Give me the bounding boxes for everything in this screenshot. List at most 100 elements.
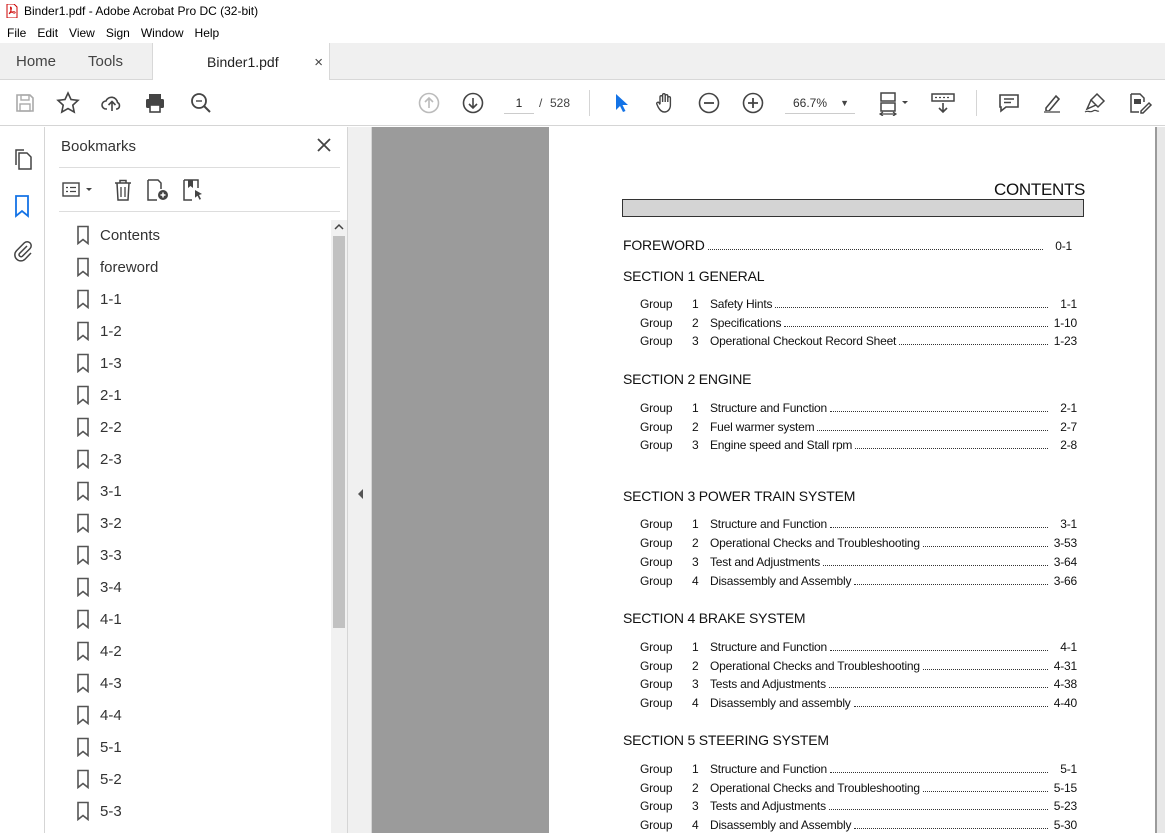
toc-group-row[interactable]: Group 1 Structure and Function 5-1 [640,762,1077,776]
bookmark-item[interactable]: 4-4 [76,704,122,726]
toc-group-row[interactable]: Group 3 Engine speed and Stall rpm 2-8 [640,438,1077,452]
toolbar-divider [589,90,590,116]
toc-foreword-row[interactable]: FOREWORD 0-1 [623,237,1072,253]
select-tool-button[interactable] [608,90,634,116]
bookmark-item[interactable]: 5-1 [76,736,122,758]
tab-tools[interactable]: Tools [88,43,123,80]
minus-circle-icon [698,92,720,114]
zoom-in-button[interactable] [740,90,766,116]
options-menu-button[interactable] [61,179,97,206]
bookmark-item[interactable]: 2-1 [76,384,122,406]
close-panel-button[interactable] [316,137,332,158]
zoom-out-button[interactable] [696,90,722,116]
bookmark-item[interactable]: 4-3 [76,672,122,694]
bookmark-item[interactable]: foreword [76,256,158,278]
zoom-level-select[interactable]: 66.7% ▼ [785,92,855,114]
toc-group-row[interactable]: Group 4 Disassembly and Assembly 5-30 [640,818,1077,832]
menu-sign[interactable]: Sign [102,26,134,40]
toc-group-row[interactable]: Group 1 Structure and Function 4-1 [640,640,1077,654]
menu-window[interactable]: Window [137,26,188,40]
tab-document[interactable]: Binder1.pdf × [152,43,330,81]
hand-tool-button[interactable] [652,90,678,116]
page-number-input[interactable]: 1 [504,92,534,114]
toc-group-row[interactable]: Group 3 Test and Adjustments 3-64 [640,555,1077,569]
menu-edit[interactable]: Edit [33,26,62,40]
arrow-up-circle-icon [418,92,440,114]
scroll-mode-button[interactable] [930,90,956,116]
page-display-button[interactable] [876,90,912,116]
toc-group-row[interactable]: Group 4 Disassembly and Assembly 3-66 [640,574,1077,588]
toc-group-word: Group [640,762,673,776]
bookmark-item[interactable]: 2-3 [76,448,122,470]
panel-splitter[interactable] [347,127,372,833]
collapse-panel-arrow-icon[interactable] [356,488,364,500]
find-bookmark-button[interactable] [181,178,207,207]
toc-section-title[interactable]: SECTION 1 GENERAL [623,268,765,284]
toc-group-row[interactable]: Group 3 Operational Checkout Record Sheet 1… [640,334,1077,348]
bookmark-item[interactable]: Contents [76,224,160,246]
bookmarks-panel-button[interactable] [11,194,33,225]
sign-button[interactable] [1083,90,1109,116]
new-bookmark-button[interactable] [145,178,171,207]
tab-home[interactable]: Home [16,43,56,80]
viewer-scrollbar[interactable] [1157,127,1165,833]
bookmark-icon [77,641,89,661]
toc-section-title[interactable]: SECTION 4 BRAKE SYSTEM [623,610,806,626]
toc-section-title[interactable]: SECTION 5 STEERING SYSTEM [623,732,829,748]
bookmark-item[interactable]: 4-2 [76,640,122,662]
toc-group-row[interactable]: Group 4 Disassembly and assembly 4-40 [640,696,1077,710]
bookmark-icon [77,449,89,469]
close-tab-icon[interactable]: × [314,54,323,71]
toc-group-row[interactable]: Group 2 Operational Checks and Troubleshoo… [640,536,1077,550]
print-button[interactable] [142,90,168,116]
menu-file[interactable]: File [3,26,30,40]
highlight-button[interactable] [1040,90,1066,116]
bookmark-item[interactable]: 5-3 [76,800,122,822]
toc-group-word: Group [640,799,673,813]
bookmark-item[interactable]: 3-3 [76,544,122,566]
bookmark-star-button[interactable] [55,90,81,116]
toc-group-row[interactable]: Group 2 Operational Checks and Troubleshoo… [640,659,1077,673]
menu-view[interactable]: View [65,26,99,40]
toc-group-word: Group [640,536,673,550]
scroll-up-arrow-icon[interactable] [334,223,344,231]
toc-group-row[interactable]: Group 1 Structure and Function 2-1 [640,401,1077,415]
navigation-rail [0,127,45,833]
toc-group-row[interactable]: Group 3 Tests and Adjustments 5-23 [640,799,1077,813]
bookmark-icon [77,353,89,373]
toc-group-word: Group [640,659,673,673]
previous-page-button[interactable] [416,90,442,116]
toc-group-row[interactable]: Group 2 Operational Checks and Troubleshoo… [640,781,1077,795]
toc-group-row[interactable]: Group 2 Fuel warmer system 2-7 [640,420,1077,434]
bookmark-item[interactable]: 1-2 [76,320,122,342]
zoom-search-button[interactable] [188,90,214,116]
bookmark-item[interactable]: 4-1 [76,608,122,630]
toc-section-title[interactable]: SECTION 3 POWER TRAIN SYSTEM [623,488,855,504]
title-bar: Binder1.pdf - Adobe Acrobat Pro DC (32-b… [0,0,1165,22]
toc-group-row[interactable]: Group 1 Safety Hints 1-1 [640,297,1077,311]
edit-pdf-button[interactable] [1127,90,1153,116]
next-page-button[interactable] [460,90,486,116]
toc-group-title: Operational Checks and Troubleshooting [710,781,920,795]
attachments-button[interactable] [11,239,35,268]
bookmark-item[interactable]: 1-1 [76,288,122,310]
toc-section-title[interactable]: SECTION 2 ENGINE [623,371,751,387]
toc-group-row[interactable]: Group 1 Structure and Function 3-1 [640,517,1077,531]
bookmark-item[interactable]: 5-2 [76,768,122,790]
bookmark-item[interactable]: 3-4 [76,576,122,598]
toc-group-row[interactable]: Group 2 Specifications 1-10 [640,316,1077,330]
magnifier-icon [191,93,211,113]
upload-button[interactable] [99,90,125,116]
bookmark-item[interactable]: 1-3 [76,352,122,374]
comment-button[interactable] [996,90,1022,116]
toc-group-page: 3-53 [1053,536,1077,550]
menu-help[interactable]: Help [191,26,224,40]
page-thumbnails-button[interactable] [11,148,35,177]
bookmark-item[interactable]: 2-2 [76,416,122,438]
bookmark-item[interactable]: 3-1 [76,480,122,502]
delete-bookmark-button[interactable] [112,178,134,207]
bookmark-scroll-thumb[interactable] [333,236,345,628]
bookmark-item[interactable]: 3-2 [76,512,122,534]
toc-group-row[interactable]: Group 3 Tests and Adjustments 4-38 [640,677,1077,691]
save-button[interactable] [12,90,38,116]
